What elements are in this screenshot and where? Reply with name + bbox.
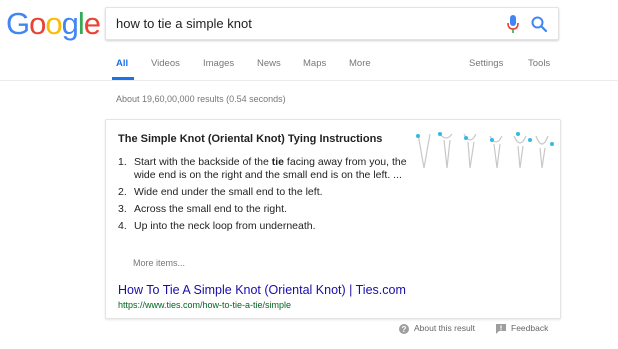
tab-maps[interactable]: Maps bbox=[303, 58, 326, 69]
logo-letter: e bbox=[83, 6, 101, 41]
tab-settings[interactable]: Settings bbox=[469, 58, 503, 69]
more-items-link[interactable]: More items... bbox=[133, 258, 185, 268]
list-number: 4. bbox=[118, 220, 127, 232]
active-tab-indicator bbox=[112, 77, 134, 80]
help-icon: ? bbox=[399, 323, 409, 334]
search-input[interactable] bbox=[116, 8, 496, 39]
list-number: 1. bbox=[118, 156, 127, 168]
tab-images[interactable]: Images bbox=[203, 58, 234, 69]
search-icon[interactable] bbox=[530, 15, 548, 33]
tab-videos[interactable]: Videos bbox=[151, 58, 180, 69]
knot-diagram-image[interactable] bbox=[414, 128, 556, 174]
about-this-result[interactable]: ? About this result bbox=[399, 323, 475, 334]
step-text: Wide end under the small end to the left… bbox=[134, 186, 323, 198]
result-title-link[interactable]: How To Tie A Simple Knot (Oriental Knot)… bbox=[118, 283, 406, 297]
snippet-title: The Simple Knot (Oriental Knot) Tying In… bbox=[118, 133, 383, 145]
google-logo[interactable]: Google bbox=[6, 6, 101, 42]
search-box bbox=[105, 7, 559, 40]
list-item: 3. Across the small end to the right. bbox=[118, 203, 408, 216]
result-url: https://www.ties.com/how-to-tie-a-tie/si… bbox=[118, 300, 292, 310]
microphone-icon[interactable] bbox=[507, 15, 519, 33]
list-item: 4. Up into the neck loop from underneath. bbox=[118, 220, 408, 233]
feedback-label: Feedback bbox=[511, 323, 549, 333]
feedback-link[interactable]: Feedback bbox=[496, 323, 548, 334]
list-item: 1. Start with the backside of the tie fac… bbox=[118, 156, 408, 182]
tab-tools[interactable]: Tools bbox=[528, 58, 550, 69]
step-text: Up into the neck loop from underneath. bbox=[134, 220, 316, 232]
logo-letter: o bbox=[45, 6, 62, 41]
feedback-icon bbox=[496, 323, 506, 334]
tab-news[interactable]: News bbox=[257, 58, 281, 69]
step-text: Across the small end to the right. bbox=[134, 203, 287, 215]
search-tabs: All Videos Images News Maps More Setting… bbox=[0, 52, 618, 81]
instruction-list: 1. Start with the backside of the tie fac… bbox=[118, 156, 408, 237]
list-item: 2. Wide end under the small end to the le… bbox=[118, 186, 408, 199]
logo-letter: G bbox=[6, 6, 30, 41]
tab-more[interactable]: More bbox=[349, 58, 371, 69]
tab-all[interactable]: All bbox=[116, 58, 128, 69]
logo-letter: g bbox=[61, 6, 79, 41]
about-label: About this result bbox=[414, 323, 475, 333]
svg-text:?: ? bbox=[402, 325, 407, 334]
featured-snippet: The Simple Knot (Oriental Knot) Tying In… bbox=[105, 119, 561, 319]
result-stats: About 19,60,00,000 results (0.54 seconds… bbox=[116, 94, 286, 104]
list-number: 3. bbox=[118, 203, 127, 215]
list-number: 2. bbox=[118, 186, 127, 198]
step-text: Start with the backside of the bbox=[134, 156, 272, 168]
step-bold-text: tie bbox=[271, 156, 285, 168]
logo-letter: o bbox=[29, 6, 46, 41]
